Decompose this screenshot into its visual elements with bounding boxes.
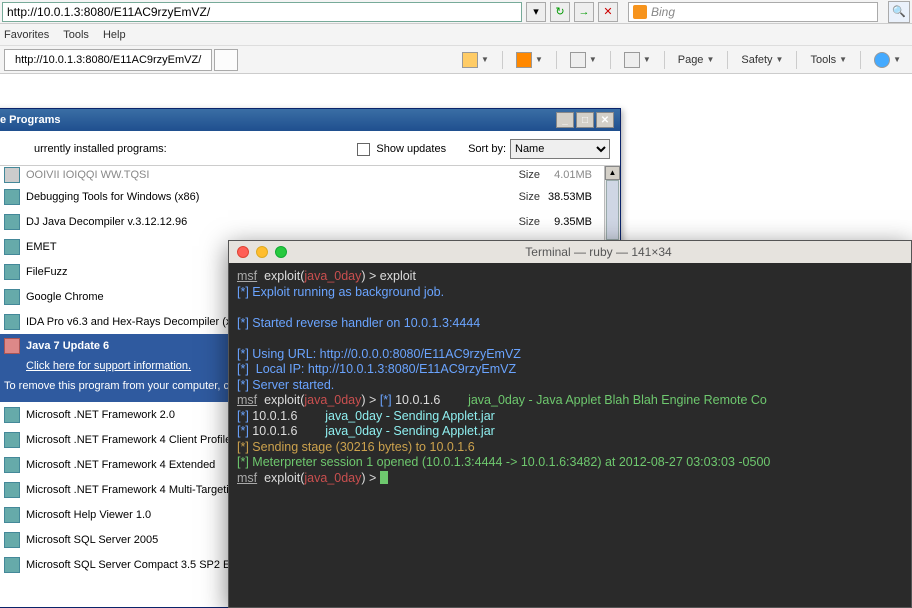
bing-icon	[633, 5, 647, 19]
print-icon	[624, 52, 640, 68]
tab-label: http://10.0.1.3:8080/E11AC9rzyEmVZ/	[15, 54, 201, 66]
sort-by-select[interactable]: Name	[510, 139, 610, 159]
help-button[interactable]: ▼	[867, 49, 908, 71]
maximize-button[interactable]: □	[576, 112, 594, 128]
feeds-button[interactable]: ▼	[509, 49, 550, 71]
go-button[interactable]: →	[574, 2, 594, 22]
terminal-window: Terminal — ruby — 141×34 msf exploit(jav…	[228, 240, 912, 608]
menu-help[interactable]: Help	[103, 29, 126, 41]
app-icon	[4, 214, 20, 230]
list-item[interactable]: Debugging Tools for Windows (x86)Size38.…	[0, 184, 620, 209]
sort-by: Sort by: Name	[468, 139, 610, 159]
app-icon	[4, 289, 20, 305]
ie-address-bar: ▾ ↻ → ✕ Bing 🔍	[0, 0, 912, 24]
zoom-icon[interactable]	[275, 246, 287, 258]
close-icon[interactable]	[237, 246, 249, 258]
scroll-up-button[interactable]: ▲	[605, 166, 620, 180]
selected-name: Java 7 Update 6	[26, 340, 109, 352]
ie-tab-row: http://10.0.1.3:8080/E11AC9rzyEmVZ/ ▼ ▼ …	[0, 46, 912, 74]
app-icon	[4, 264, 20, 280]
checkbox-icon	[357, 143, 370, 156]
scroll-thumb[interactable]	[606, 180, 619, 240]
cursor	[380, 471, 388, 484]
refresh-button[interactable]: ↻	[550, 2, 570, 22]
close-button[interactable]: ✕	[596, 112, 614, 128]
app-icon	[4, 167, 20, 183]
dropdown-button[interactable]: ▾	[526, 2, 546, 22]
app-icon	[4, 457, 20, 473]
arp-header: urrently installed programs: Show update…	[0, 131, 620, 166]
mail-button[interactable]: ▼	[563, 49, 604, 71]
menu-tools[interactable]: Tools	[63, 29, 89, 41]
list-item[interactable]: OOIVII IOIQQI WW.TQSI Size 4.01MB	[0, 166, 620, 184]
app-icon	[4, 532, 20, 548]
search-placeholder: Bing	[651, 5, 675, 19]
home-button[interactable]: ▼	[455, 49, 496, 71]
sort-by-label: Sort by:	[468, 143, 506, 155]
app-icon	[4, 557, 20, 573]
terminal-titlebar[interactable]: Terminal — ruby — 141×34	[229, 241, 911, 263]
app-icon	[4, 507, 20, 523]
terminal-output[interactable]: msf exploit(java_0day) > exploit [*] Exp…	[229, 263, 911, 492]
menu-favorites[interactable]: Favorites	[4, 29, 49, 41]
browser-tab[interactable]: http://10.0.1.3:8080/E11AC9rzyEmVZ/	[4, 49, 212, 71]
minimize-button[interactable]: _	[556, 112, 574, 128]
list-item[interactable]: DJ Java Decompiler v.3.12.12.96Size9.35M…	[0, 209, 620, 234]
print-button[interactable]: ▼	[617, 49, 658, 71]
mail-icon	[570, 52, 586, 68]
app-icon	[4, 407, 20, 423]
app-icon	[4, 189, 20, 205]
support-link[interactable]: Click here for support information.	[26, 360, 191, 372]
command-bar: ▼ ▼ ▼ ▼ Page▼ Safety▼ Tools▼ ▼	[455, 49, 908, 71]
home-icon	[462, 52, 478, 68]
safety-menu[interactable]: Safety▼	[734, 49, 790, 71]
search-button[interactable]: 🔍	[888, 1, 910, 23]
search-box[interactable]: Bing	[628, 2, 878, 22]
window-titlebar[interactable]: e Programs _ □ ✕	[0, 109, 620, 131]
terminal-title: Terminal — ruby — 141×34	[294, 245, 903, 259]
show-updates-checkbox[interactable]: Show updates	[357, 143, 446, 156]
new-tab-button[interactable]	[214, 49, 238, 71]
feeds-icon	[516, 52, 532, 68]
app-icon	[4, 482, 20, 498]
ie-menu-bar: Favorites Tools Help	[0, 24, 912, 46]
stop-button[interactable]: ✕	[598, 2, 618, 22]
minimize-icon[interactable]	[256, 246, 268, 258]
app-icon	[4, 239, 20, 255]
help-icon	[874, 52, 890, 68]
window-title: e Programs	[0, 114, 61, 126]
tools-menu[interactable]: Tools▼	[803, 49, 854, 71]
list-header-text: urrently installed programs:	[34, 143, 167, 155]
app-icon	[4, 314, 20, 330]
app-icon	[4, 432, 20, 448]
page-menu[interactable]: Page▼	[671, 49, 722, 71]
java-icon	[4, 338, 20, 354]
url-input[interactable]	[2, 2, 522, 22]
